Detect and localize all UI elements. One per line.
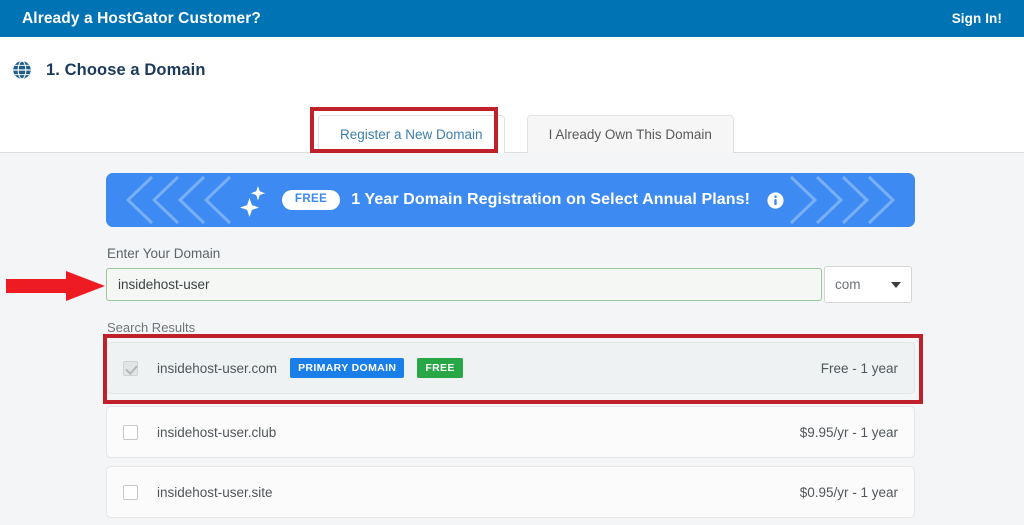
- promo-banner-text: 1 Year Domain Registration on Select Ann…: [351, 191, 751, 208]
- row-domain-name: insidehost-user.club: [157, 424, 277, 440]
- customer-prompt-text: Already a HostGator Customer?: [22, 9, 261, 27]
- badge-primary-domain: PRIMARY DOMAIN: [290, 357, 405, 379]
- tab-register-new-domain[interactable]: Register a New Domain: [318, 115, 505, 153]
- row-domain-name: insidehost-user.site: [157, 484, 273, 500]
- tab-already-own-domain[interactable]: I Already Own This Domain: [526, 115, 734, 153]
- globe-icon: [12, 60, 32, 80]
- table-row[interactable]: insidehost-user.club $9.95/yr - 1 year: [106, 406, 915, 458]
- promo-free-badge: FREE: [281, 190, 341, 210]
- row-checkbox-site[interactable]: [123, 484, 138, 500]
- chevron-pattern-right-icon: [789, 175, 896, 225]
- chevron-pattern-left-icon: [125, 175, 232, 225]
- tld-select[interactable]: com: [824, 266, 912, 303]
- domain-tabs: Register a New Domain I Already Own This…: [318, 114, 734, 153]
- top-customer-bar: Already a HostGator Customer? Sign In!: [0, 0, 1024, 37]
- tab-register-new-domain-label: Register a New Domain: [340, 127, 483, 142]
- row-checkbox-club[interactable]: [123, 424, 138, 440]
- step-header: 1. Choose a Domain: [0, 37, 1024, 103]
- row-price: $9.95/yr - 1 year: [799, 424, 898, 440]
- row-domain-name: insidehost-user.com: [157, 360, 278, 376]
- chevron-down-icon: [891, 281, 901, 288]
- row-price: $0.95/yr - 1 year: [799, 484, 898, 500]
- page-root: Already a HostGator Customer? Sign In! 1…: [0, 0, 1024, 525]
- badge-free: FREE: [417, 357, 463, 379]
- search-results-label: Search Results: [107, 320, 196, 335]
- table-row[interactable]: insidehost-user.com PRIMARY DOMAIN FREE …: [106, 342, 915, 394]
- sparkle-icon: [239, 186, 266, 217]
- row-price: Free - 1 year: [820, 360, 898, 376]
- tab-already-own-domain-label: I Already Own This Domain: [548, 127, 712, 142]
- page-title: 1. Choose a Domain: [46, 60, 206, 79]
- promo-banner-content: FREE 1 Year Domain Registration on Selec…: [237, 183, 784, 217]
- domain-search-input[interactable]: [106, 268, 822, 301]
- annotation-arrow-to-domain-input: [6, 271, 105, 301]
- info-circle-icon[interactable]: [767, 191, 784, 209]
- promo-banner: FREE 1 Year Domain Registration on Selec…: [106, 173, 915, 227]
- sign-in-link[interactable]: Sign In!: [952, 11, 1002, 26]
- table-row[interactable]: insidehost-user.site $0.95/yr - 1 year: [106, 466, 915, 518]
- row-checkbox-primary: [123, 360, 138, 376]
- domain-tabs-strip: Register a New Domain I Already Own This…: [0, 103, 1024, 153]
- domain-input-label: Enter Your Domain: [107, 246, 221, 261]
- tld-selected-value: com: [835, 277, 861, 292]
